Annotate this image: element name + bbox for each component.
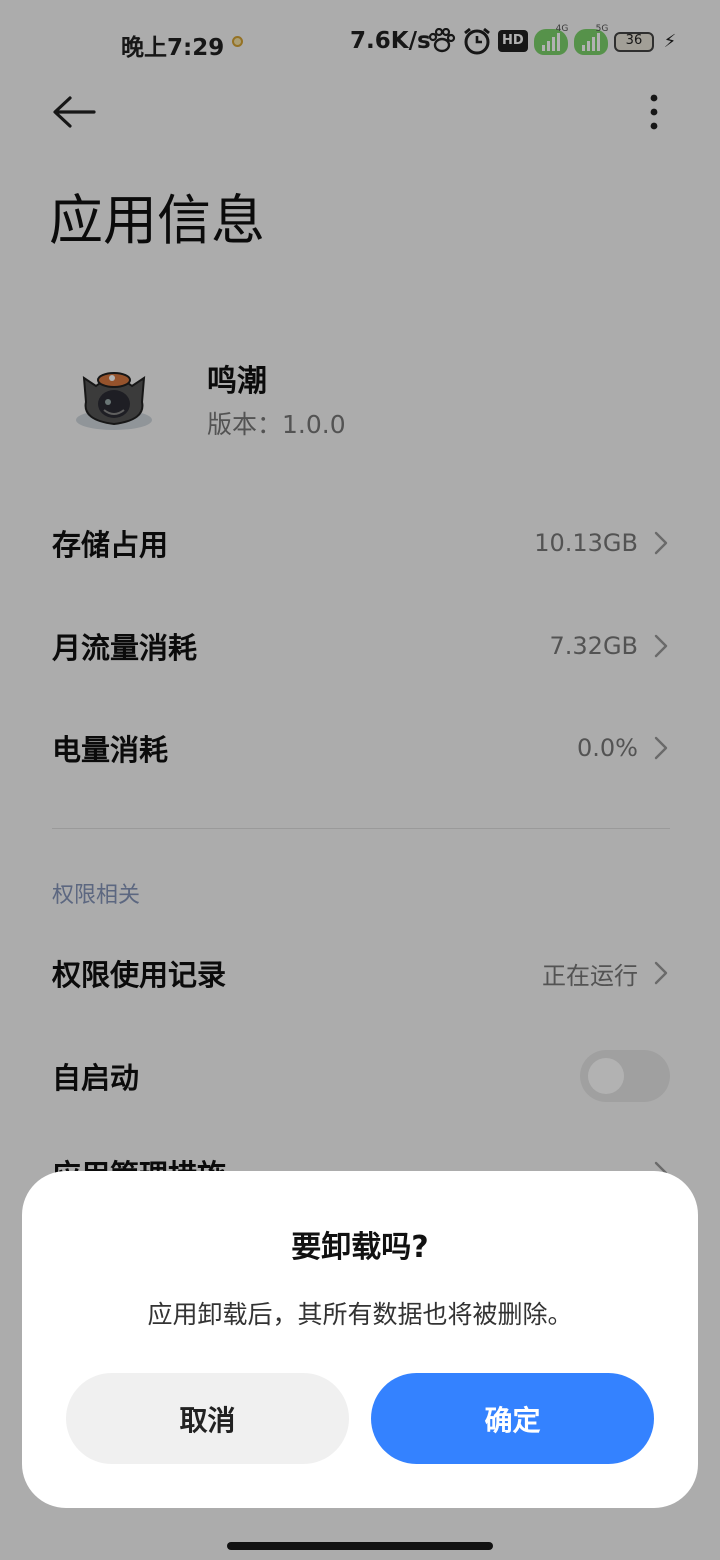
cancel-button[interactable]: 取消 bbox=[66, 1373, 349, 1464]
dialog-title: 要卸载吗? bbox=[291, 1230, 429, 1265]
confirm-button[interactable]: 确定 bbox=[371, 1373, 654, 1464]
dialog-message: 应用卸载后，其所有数据也将被删除。 bbox=[147, 1300, 573, 1329]
home-indicator[interactable] bbox=[227, 1542, 493, 1550]
uninstall-dialog: 要卸载吗? 应用卸载后，其所有数据也将被删除。 取消 确定 bbox=[22, 1171, 698, 1508]
